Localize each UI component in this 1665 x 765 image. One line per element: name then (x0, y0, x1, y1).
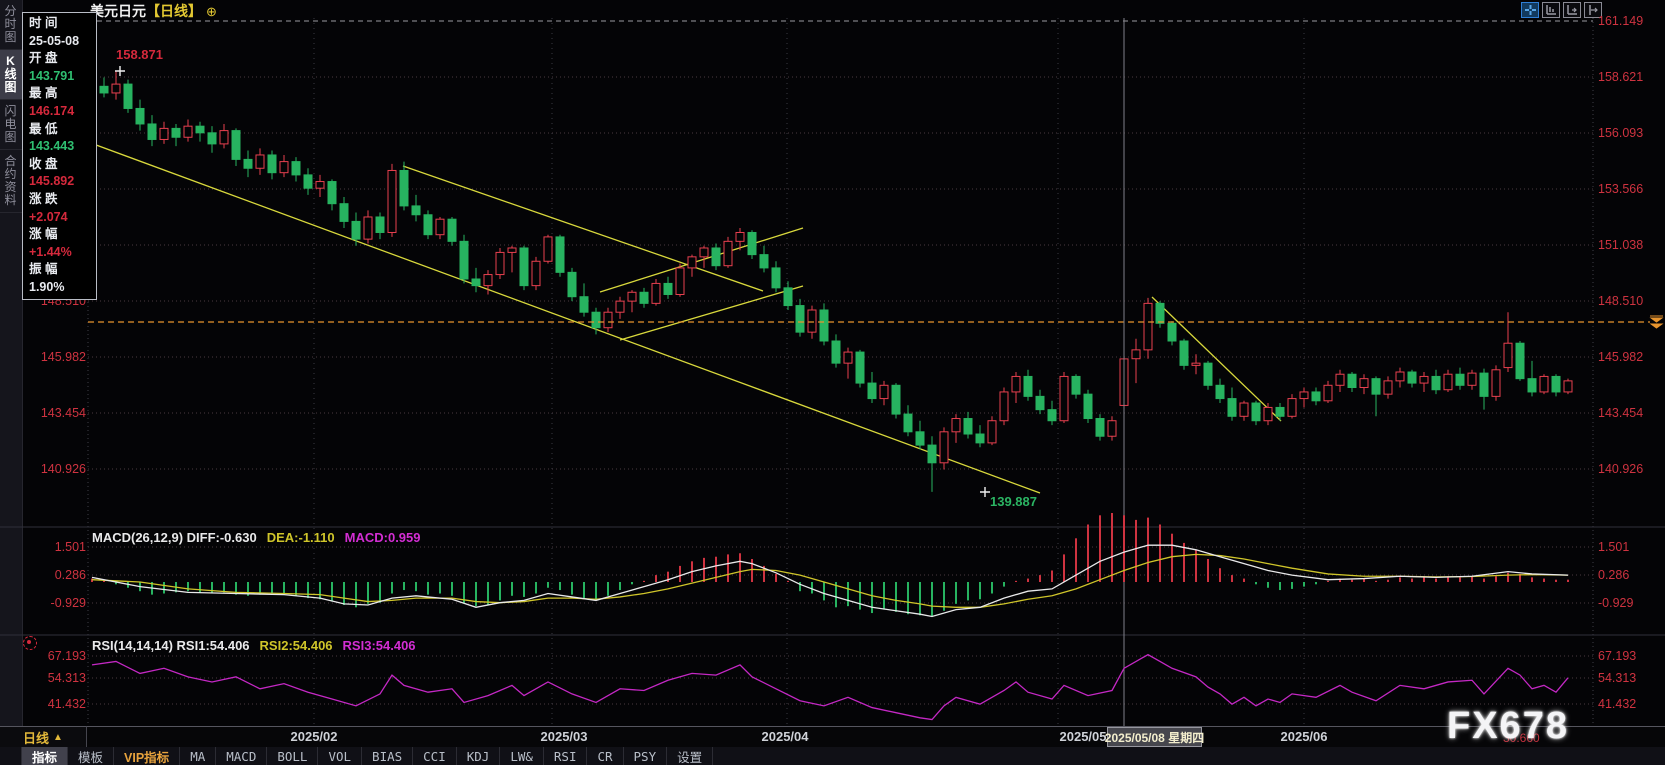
tooltip-field-value: 25-05-08 (29, 33, 96, 51)
price-axis-label-right: 161.149 (1598, 14, 1643, 28)
period-selector-arrow-icon: ▲ (53, 732, 63, 743)
price-axis-label-right: 153.566 (1598, 182, 1643, 196)
tooltip-field-label: 开 盘 (29, 50, 96, 68)
price-axis-label-left: 140.926 (30, 462, 86, 476)
price-axis-label-left: 145.982 (30, 350, 86, 364)
macd-dea-label: DEA:-1.110 (267, 530, 335, 545)
price-axis-label-right: 158.621 (1598, 70, 1643, 84)
watermark: FX678 (1447, 705, 1569, 748)
tooltip-field-label: 收 盘 (29, 156, 96, 174)
price-axis-label-right: 145.982 (1598, 350, 1643, 364)
tooltip-field-label: 涨 幅 (29, 226, 96, 244)
tooltip-field-value: +2.074 (29, 209, 96, 227)
current-price-marker (1650, 316, 1663, 328)
period-selector-label: 日线 (23, 728, 49, 747)
macd-axis-label-left: 1.501 (30, 540, 86, 554)
rsi3-label: RSI3:54.406 (343, 638, 416, 653)
price-axis-label-left: 143.454 (30, 406, 86, 420)
crosshair-date-badge: 2025/05/08 星期四 (1107, 727, 1202, 747)
price-axis-label-right: 151.038 (1598, 238, 1643, 252)
extreme-markers (115, 66, 990, 497)
rsi-axis-label-left: 41.432 (30, 697, 86, 711)
tooltip-field-value: 145.892 (29, 173, 96, 191)
tooltip-field-value: 146.174 (29, 103, 96, 121)
macd-axis-label-right: 1.501 (1598, 540, 1629, 554)
low-price-label: 139.887 (990, 494, 1037, 509)
tooltip-field-label: 振 幅 (29, 261, 96, 279)
tooltip-field-value: 1.90% (29, 279, 96, 297)
high-price-label: 158.871 (116, 47, 163, 62)
tooltip-field-value: 143.791 (29, 68, 96, 86)
rsi-axis-label-left: 54.313 (30, 671, 86, 685)
macd-header: MACD(26,12,9) DIFF:-0.630 DEA:-1.110 MACD:… (92, 530, 421, 545)
macd-params-label: MACD(26,12,9) DIFF:-0.630 (92, 530, 257, 545)
rsi-axis-label-right: 54.313 (1598, 671, 1636, 685)
tooltip-field-label: 时 间 (29, 15, 96, 33)
rsi-header: RSI(14,14,14) RSI1:54.406 RSI2:54.406 RSI3… (92, 638, 416, 653)
trendline-drawings (88, 142, 1281, 493)
macd-axis-label-left: -0.929 (30, 596, 86, 610)
tooltip-field-label: 最 高 (29, 85, 96, 103)
price-axis-label-right: 148.510 (1598, 294, 1643, 308)
rsi-axis-label-right: 41.432 (1598, 697, 1636, 711)
rsi2-label: RSI2:54.406 (260, 638, 333, 653)
trading-app-window: 分 时 图K 线 图闪 电 图合 约 资 料 美元日元【日线】⊕ 时 间25-0… (0, 0, 1665, 765)
rsi-params-label: RSI(14,14,14) RSI1:54.406 (92, 638, 250, 653)
rsi-axis-label-left: 67.193 (30, 649, 86, 663)
macd-axis-label-right: -0.929 (1598, 596, 1633, 610)
macd-pane (92, 513, 1568, 617)
macd-axis-label-left: 0.286 (30, 568, 86, 582)
price-axis-label-right: 143.454 (1598, 406, 1643, 420)
candlestick-series (88, 71, 1572, 491)
rsi-pane-alert-icon[interactable] (23, 636, 37, 650)
rsi-axis-label-right: 67.193 (1598, 649, 1636, 663)
macd-macd-label: MACD:0.959 (345, 530, 421, 545)
tooltip-field-label: 最 低 (29, 121, 96, 139)
tooltip-field-label: 涨 跌 (29, 191, 96, 209)
price-axis-label-right: 156.093 (1598, 126, 1643, 140)
macd-axis-label-right: 0.286 (1598, 568, 1629, 582)
period-selector[interactable]: 日线 ▲ (0, 726, 87, 747)
price-axis-label-right: 140.926 (1598, 462, 1643, 476)
ohlc-tooltip-panel: 时 间25-05-08开 盘143.791最 高146.174最 低143.44… (22, 12, 97, 300)
tooltip-field-value: +1.44% (29, 244, 96, 262)
tooltip-field-value: 143.443 (29, 138, 96, 156)
rsi-pane (92, 655, 1568, 720)
